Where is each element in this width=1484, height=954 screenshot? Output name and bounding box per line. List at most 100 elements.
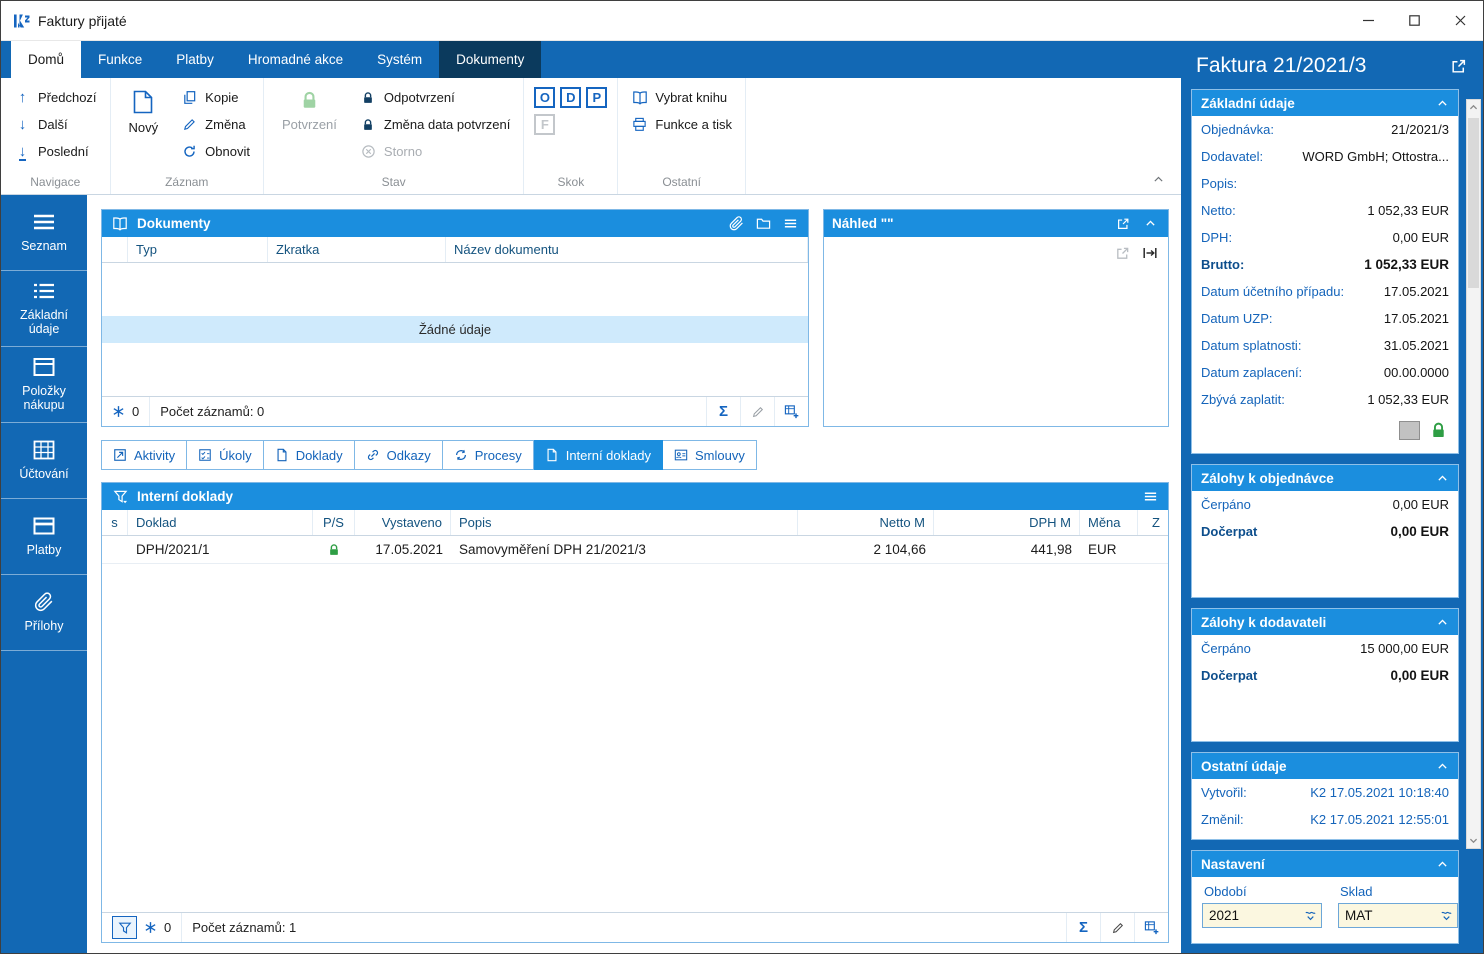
tab-doklady[interactable]: Doklady	[263, 440, 355, 470]
tab-procesy[interactable]: Procesy	[442, 440, 534, 470]
tab-ukoly[interactable]: Úkoly	[187, 440, 264, 470]
column-doklad[interactable]: Doklad	[128, 510, 313, 535]
interni-doklady-title: Interní doklady	[137, 489, 234, 504]
tab-smlouvy[interactable]: Smlouvy	[662, 440, 757, 470]
section-header-nastaveni: Nastavení	[1192, 851, 1458, 877]
functions-print-button[interactable]: Funkce a tisk	[628, 111, 735, 138]
menu-icon[interactable]	[1140, 487, 1160, 507]
jump-f-button[interactable]: F	[534, 114, 556, 135]
sklad-combo[interactable]: MAT	[1338, 903, 1458, 928]
field-brutto: Brutto: 1 052,33 EUR	[1201, 257, 1449, 272]
storno-button[interactable]: Storno	[357, 138, 513, 165]
filter-funnel-icon[interactable]	[112, 916, 137, 939]
last-record-button[interactable]: ↓ Poslední	[11, 138, 100, 165]
menu-icon[interactable]	[780, 214, 800, 234]
grid-add-button[interactable]	[774, 397, 808, 426]
ribbon-group-skok: O D P F Skok	[524, 78, 619, 194]
external-link-icon[interactable]	[1450, 58, 1467, 75]
confirm-button[interactable]: Potvrzení	[274, 84, 345, 134]
detail-tabs: Aktivity Úkoly Doklady Odkazy Procesy In…	[101, 440, 1169, 470]
group-label-zaznam: Záznam	[165, 175, 209, 189]
refresh-button[interactable]: Obnovit	[178, 138, 253, 165]
column-z[interactable]: Z	[1138, 510, 1168, 535]
ribbon-tab-hromadne-akce[interactable]: Hromadné akce	[231, 41, 360, 78]
collapse-chevron-icon[interactable]	[1436, 616, 1449, 629]
link-icon	[366, 448, 380, 462]
sidebar-item-seznam[interactable]: Seznam	[1, 195, 87, 271]
scrollbar-thumb[interactable]	[1468, 118, 1479, 288]
ribbon-tab-funkce[interactable]: Funkce	[81, 41, 159, 78]
field-docerpat: Dočerpat 0,00 EUR	[1201, 668, 1449, 683]
next-record-button[interactable]: ↓ Další	[11, 111, 100, 138]
column-s[interactable]: s	[102, 510, 128, 535]
tab-interni-doklady[interactable]: Interní doklady	[533, 440, 663, 470]
status-box	[1399, 421, 1420, 440]
grid-add-button[interactable]	[1134, 913, 1168, 942]
filter-toggle[interactable]: 0	[102, 913, 183, 942]
combo-dropdown-icon[interactable]	[1299, 904, 1321, 927]
column-dph-m[interactable]: DPH M	[934, 510, 1080, 535]
collapse-chevron-icon[interactable]	[1436, 97, 1449, 110]
collapse-chevron-icon[interactable]	[1436, 472, 1449, 485]
new-record-button[interactable]: Nový	[121, 84, 167, 137]
ribbon-collapse-chevron[interactable]	[1152, 173, 1165, 186]
sidebar-item-prilohy[interactable]: Přílohy	[1, 575, 87, 651]
ribbon-tab-platby[interactable]: Platby	[159, 41, 231, 78]
sum-button[interactable]: Σ	[1066, 913, 1100, 942]
column-netto-m[interactable]: Netto M	[798, 510, 934, 535]
column-popis[interactable]: Popis	[451, 510, 798, 535]
ribbon-tab-system[interactable]: Systém	[360, 41, 439, 78]
collapse-chevron-icon[interactable]	[1436, 858, 1449, 871]
collapse-chevron-icon[interactable]	[1140, 214, 1160, 234]
column-zkratka[interactable]: Zkratka	[268, 237, 446, 262]
folder-icon[interactable]	[753, 214, 773, 234]
select-book-button[interactable]: Vybrat knihu	[628, 84, 735, 111]
close-button[interactable]	[1437, 1, 1483, 40]
card-icon	[33, 516, 55, 536]
sidebar-item-platby[interactable]: Platby	[1, 499, 87, 575]
change-button[interactable]: Změna	[178, 111, 253, 138]
combo-dropdown-icon[interactable]	[1435, 904, 1457, 927]
paperclip-icon[interactable]	[726, 214, 746, 234]
copy-button[interactable]: Kopie	[178, 84, 253, 111]
fit-width-icon[interactable]	[1142, 245, 1158, 261]
preview-panel: Náhled ""	[823, 209, 1169, 427]
column-typ[interactable]: Typ	[128, 237, 268, 262]
tab-odkazy[interactable]: Odkazy	[354, 440, 443, 470]
previous-record-button[interactable]: ↑ Předchozí	[11, 84, 100, 111]
snowflake-icon	[112, 405, 125, 418]
ribbon-tab-dokumenty[interactable]: Dokumenty	[439, 41, 542, 78]
external-link-icon[interactable]	[1113, 214, 1133, 234]
jump-o-button[interactable]: O	[534, 87, 556, 108]
minimize-button[interactable]	[1345, 1, 1391, 40]
scroll-down-icon[interactable]	[1468, 835, 1479, 846]
unconfirm-button[interactable]: Odpotvrzení	[357, 84, 513, 111]
collapse-chevron-icon[interactable]	[1436, 760, 1449, 773]
tab-aktivity[interactable]: Aktivity	[101, 440, 188, 470]
preview-panel-header: Náhled ""	[824, 210, 1168, 237]
column-nazev-dokumentu[interactable]: Název dokumentu	[446, 237, 808, 262]
column-mena[interactable]: Měna	[1080, 510, 1138, 535]
freeze-count[interactable]: 0	[102, 397, 151, 426]
column-vystaveno[interactable]: Vystaveno	[355, 510, 451, 535]
ribbon-tab-domu[interactable]: Domů	[11, 41, 82, 78]
edit-button[interactable]	[1100, 913, 1134, 942]
sidebar-item-polozky-nakupu[interactable]: Položky nákupu	[1, 347, 87, 423]
column-ps[interactable]: P/S	[313, 510, 355, 535]
jump-p-button[interactable]: P	[586, 87, 608, 108]
maximize-button[interactable]	[1391, 1, 1437, 40]
sidebar-item-uctovani[interactable]: Účtování	[1, 423, 87, 499]
sum-button[interactable]: Σ	[706, 397, 740, 426]
scroll-up-icon[interactable]	[1468, 102, 1479, 113]
edit-button[interactable]	[740, 397, 774, 426]
obdobi-combo[interactable]: 2021	[1202, 903, 1322, 928]
lock-icon	[360, 91, 377, 105]
group-label-ostatni: Ostatní	[662, 175, 702, 189]
jump-d-button[interactable]: D	[560, 87, 582, 108]
change-confirm-date-button[interactable]: Změna data potvrzení	[357, 111, 513, 138]
detail-scrollbar[interactable]	[1466, 99, 1481, 849]
filter-icon[interactable]	[110, 487, 130, 507]
sidebar-item-zakladni-udaje[interactable]: Základní údaje	[1, 271, 87, 347]
open-external-icon[interactable]	[1115, 246, 1130, 261]
table-row[interactable]: DPH/2021/1 17.05.2021 Samovyměření DPH 2…	[102, 536, 1168, 564]
